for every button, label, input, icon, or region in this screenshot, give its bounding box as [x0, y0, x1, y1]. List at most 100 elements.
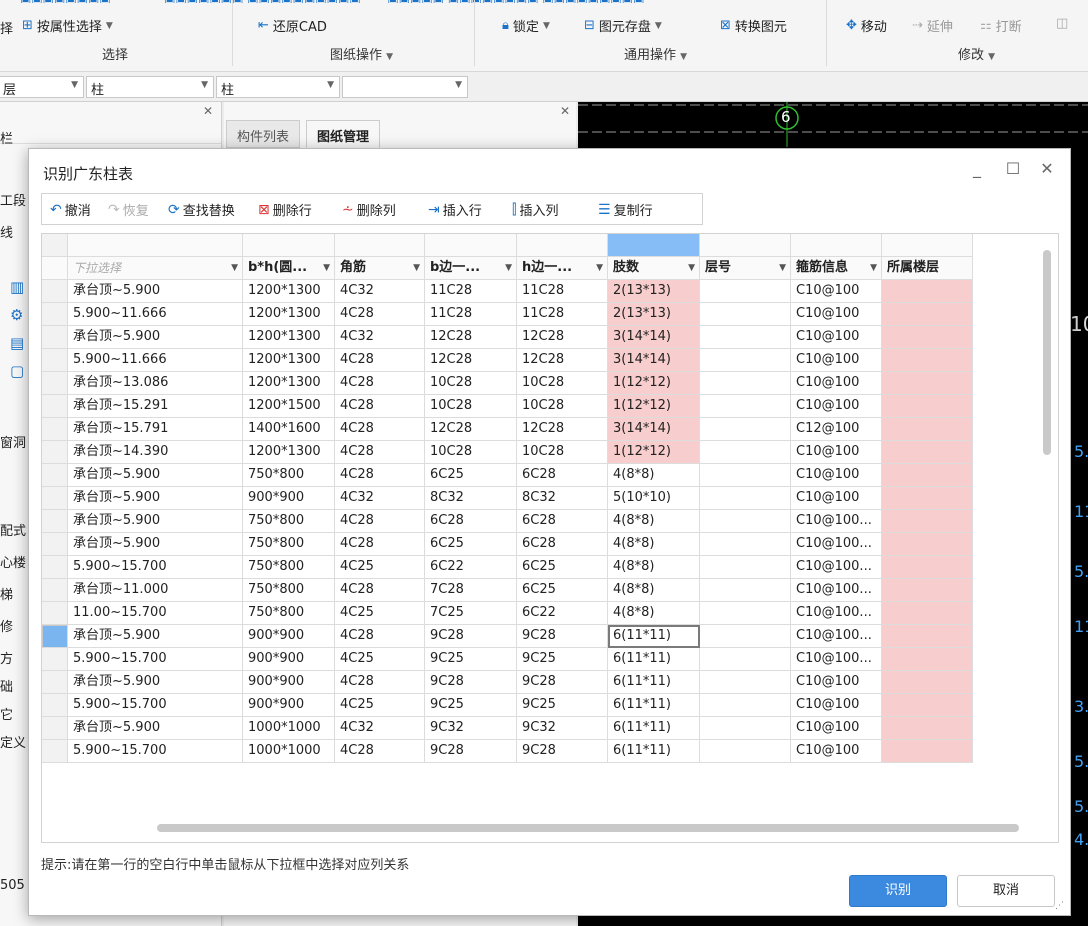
restore-cad-button[interactable]: ⇤ 还原CAD: [258, 16, 327, 35]
column-mapping-select[interactable]: 所属楼层: [882, 257, 973, 280]
table-cell[interactable]: 4C28: [335, 418, 425, 441]
table-cell[interactable]: [700, 717, 791, 740]
insert-row-button[interactable]: ⇥ 插入行: [428, 200, 482, 220]
table-cell[interactable]: [700, 326, 791, 349]
table-cell[interactable]: [700, 648, 791, 671]
blank-cell[interactable]: [243, 234, 335, 257]
category-select[interactable]: 柱 ▼: [86, 76, 214, 98]
table-cell[interactable]: 4C28: [335, 349, 425, 372]
table-cell[interactable]: C12@100: [791, 418, 882, 441]
table-cell[interactable]: 4C28: [335, 510, 425, 533]
table-cell[interactable]: 5.900~11.666: [68, 303, 243, 326]
table-cell[interactable]: 承台顶~5.900: [68, 671, 243, 694]
delete-column-button[interactable]: ⩪ 删除列: [342, 200, 396, 220]
table-cell[interactable]: 9C28: [425, 740, 517, 763]
table-cell[interactable]: [700, 487, 791, 510]
table-cell[interactable]: 6C22: [517, 602, 608, 625]
table-cell[interactable]: [700, 740, 791, 763]
table-cell[interactable]: [700, 280, 791, 303]
table-cell[interactable]: 10C28: [517, 372, 608, 395]
table-cell[interactable]: 1(12*12): [608, 395, 700, 418]
blank-cell[interactable]: [425, 234, 517, 257]
table-cell[interactable]: 5.900~15.700: [68, 556, 243, 579]
table-cell[interactable]: C10@100: [791, 395, 882, 418]
table-cell[interactable]: [700, 510, 791, 533]
table-cell[interactable]: [700, 533, 791, 556]
table-cell[interactable]: 1200*1300: [243, 349, 335, 372]
table-cell[interactable]: 1000*1000: [243, 740, 335, 763]
table-cell[interactable]: C10@100...: [791, 556, 882, 579]
column-mapping-select[interactable]: 肢数 ▼: [608, 257, 700, 280]
table-cell[interactable]: 6C28: [425, 510, 517, 533]
table-cell[interactable]: 承台顶~5.900: [68, 487, 243, 510]
table-cell[interactable]: 承台顶~5.900: [68, 280, 243, 303]
table-cell[interactable]: 750*800: [243, 533, 335, 556]
table-cell[interactable]: [700, 625, 791, 648]
table-cell[interactable]: 2(13*13): [608, 303, 700, 326]
table-cell[interactable]: C10@100: [791, 717, 882, 740]
nav-item[interactable]: 工段: [0, 190, 26, 209]
floor-select[interactable]: 层 ▼: [0, 76, 84, 98]
table-cell[interactable]: 承台顶~15.291: [68, 395, 243, 418]
table-cell[interactable]: 4C28: [335, 740, 425, 763]
table-cell[interactable]: [700, 556, 791, 579]
table-cell[interactable]: 11C28: [517, 280, 608, 303]
table-cell[interactable]: 9C25: [517, 648, 608, 671]
row-header[interactable]: [42, 326, 68, 349]
cancel-button[interactable]: 取消: [957, 875, 1055, 907]
table-cell[interactable]: 1000*1000: [243, 717, 335, 740]
attribute-select-button[interactable]: ⊞ 按属性选择 ▼: [22, 16, 113, 35]
table-cell[interactable]: [882, 395, 973, 418]
column-mapping-select[interactable]: 箍筋信息 ▼: [791, 257, 882, 280]
table-cell[interactable]: 10C28: [425, 395, 517, 418]
table-cell[interactable]: C10@100...: [791, 602, 882, 625]
table-cell[interactable]: 4(8*8): [608, 579, 700, 602]
table-cell[interactable]: 5.900~15.700: [68, 740, 243, 763]
row-header[interactable]: [42, 441, 68, 464]
find-replace-button[interactable]: ⟳ 查找替换: [168, 200, 235, 220]
table-cell[interactable]: C10@100: [791, 694, 882, 717]
table-cell[interactable]: 11C28: [425, 280, 517, 303]
row-header[interactable]: [42, 556, 68, 579]
table-cell[interactable]: 4C25: [335, 556, 425, 579]
column-mapping-select[interactable]: 下拉选择 ▼: [68, 257, 243, 280]
table-cell[interactable]: 900*900: [243, 694, 335, 717]
table-cell[interactable]: 4(8*8): [608, 533, 700, 556]
table-cell[interactable]: 4C28: [335, 671, 425, 694]
vertical-scrollbar[interactable]: [1043, 250, 1051, 455]
move-button[interactable]: ✥ 移动: [846, 16, 887, 35]
table-cell[interactable]: 10C28: [517, 441, 608, 464]
table-cell[interactable]: 6C25: [425, 464, 517, 487]
table-cell[interactable]: 4(8*8): [608, 556, 700, 579]
table-cell[interactable]: 1200*1300: [243, 372, 335, 395]
table-cell[interactable]: 2(13*13): [608, 280, 700, 303]
table-cell[interactable]: 承台顶~5.900: [68, 326, 243, 349]
table-cell[interactable]: [882, 349, 973, 372]
table-cell[interactable]: C10@100: [791, 487, 882, 510]
blank-cell[interactable]: [700, 234, 791, 257]
table-cell[interactable]: [882, 625, 973, 648]
table-cell[interactable]: 6C28: [517, 510, 608, 533]
square-icon[interactable]: ▢: [10, 362, 24, 380]
table-cell[interactable]: 12C28: [517, 349, 608, 372]
break-button[interactable]: ⚏ 打断: [980, 16, 1022, 35]
table-cell[interactable]: 4C28: [335, 303, 425, 326]
row-header[interactable]: [42, 625, 68, 648]
nav-item[interactable]: 窗洞: [0, 432, 26, 451]
nav-item[interactable]: 定义: [0, 732, 26, 751]
table-cell[interactable]: [700, 349, 791, 372]
nav-item[interactable]: 它: [0, 704, 13, 723]
table-cell[interactable]: [882, 694, 973, 717]
table-cell[interactable]: 9C28: [425, 671, 517, 694]
group-label-common-ops[interactable]: 通用操作 ▼: [624, 44, 687, 63]
table-cell[interactable]: [882, 464, 973, 487]
row-header[interactable]: [42, 648, 68, 671]
table-cell[interactable]: 6C28: [517, 464, 608, 487]
table-cell[interactable]: 10C28: [517, 395, 608, 418]
blank-cell[interactable]: [608, 234, 700, 257]
table-cell[interactable]: [882, 280, 973, 303]
table-cell[interactable]: 4C25: [335, 694, 425, 717]
table-cell[interactable]: 900*900: [243, 648, 335, 671]
table-cell[interactable]: 3(14*14): [608, 326, 700, 349]
row-header[interactable]: [42, 464, 68, 487]
